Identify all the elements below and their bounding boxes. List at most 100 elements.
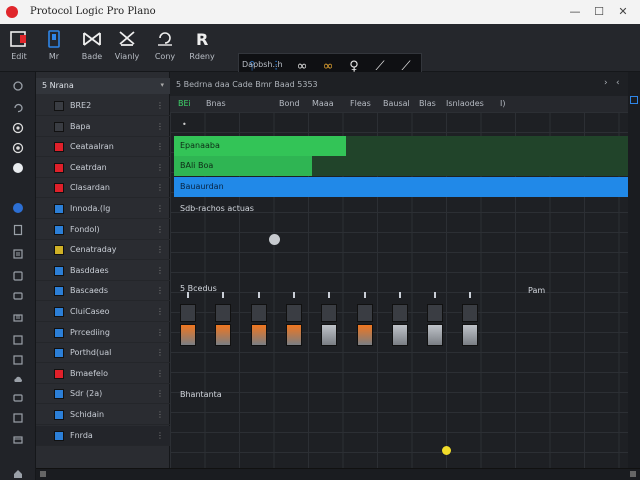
channel-fader[interactable] (250, 292, 267, 348)
home-icon[interactable] (12, 468, 24, 480)
track-row[interactable]: Ceatrdan ⋮ (36, 158, 170, 178)
tool-rdeny-button[interactable]: R Rdeny (185, 30, 219, 68)
track-row[interactable]: BRE2 ⋮ (36, 96, 170, 116)
fader-cap[interactable] (215, 304, 232, 322)
close-icon[interactable]: ✕ (614, 3, 632, 21)
channel-fader[interactable] (427, 292, 444, 348)
piano-icon[interactable] (12, 312, 24, 324)
track-row[interactable]: Basddaes ⋮ (36, 261, 170, 281)
scroll-end-icon[interactable] (630, 471, 636, 477)
fader-level (391, 324, 408, 346)
more-options-icon[interactable]: ⋮ (156, 307, 164, 316)
track-row[interactable]: Porthd(ual ⋮ (36, 343, 170, 364)
channel-fader[interactable] (285, 292, 302, 348)
cloud-icon[interactable] (12, 374, 24, 386)
more-options-icon[interactable]: ⋮ (156, 163, 164, 172)
target-icon[interactable] (12, 122, 24, 134)
loop-icon[interactable] (12, 80, 24, 92)
playhead-marker-icon[interactable]: • (182, 120, 187, 129)
automation-node[interactable] (269, 234, 280, 245)
loops-icon[interactable] (12, 412, 24, 424)
track-list-header[interactable]: 5 Nrana ▾ (36, 78, 170, 94)
track-row[interactable]: Sdr (2a) ⋮ (36, 384, 170, 405)
more-options-icon[interactable]: ⋮ (156, 122, 164, 131)
channel-fader[interactable] (391, 292, 408, 348)
browser-icon[interactable] (12, 434, 24, 446)
record-dot-icon[interactable] (12, 162, 24, 174)
channel-fader[interactable] (180, 292, 196, 348)
more-options-icon[interactable]: ⋮ (156, 431, 164, 440)
track-row[interactable]: Bmaefelo ⋮ (36, 364, 170, 384)
tool-vianly-button[interactable]: Vianly (110, 30, 144, 68)
svg-text:R: R (196, 30, 208, 48)
fader-level (427, 324, 444, 346)
more-options-icon[interactable]: ⋮ (156, 389, 164, 398)
scroll-start-icon[interactable] (40, 471, 46, 477)
horizontal-scrollbar[interactable] (36, 468, 640, 480)
track-row[interactable]: Ceataalran ⋮ (36, 137, 170, 158)
fader-cap[interactable] (180, 304, 196, 322)
fader-cap[interactable] (391, 304, 408, 322)
more-options-icon[interactable]: ⋮ (156, 183, 164, 192)
channel-fader[interactable] (321, 292, 338, 348)
fader-cap[interactable] (462, 304, 479, 322)
track-row[interactable]: Innoda.(lg ⋮ (36, 199, 170, 219)
more-options-icon[interactable]: ⋮ (156, 101, 164, 110)
clip-region[interactable]: BAli Boa (174, 156, 312, 176)
track-row[interactable]: Clasardan ⋮ (36, 178, 170, 199)
note-icon[interactable] (12, 392, 24, 404)
more-options-icon[interactable]: ⋮ (156, 142, 164, 151)
track-row[interactable]: Cenatraday ⋮ (36, 240, 170, 261)
maximize-icon[interactable]: ☐ (590, 3, 608, 21)
chevron-left-icon[interactable]: ‹ (616, 78, 620, 88)
mixer-rail-icon[interactable] (12, 354, 24, 366)
fader-level (180, 324, 196, 346)
more-options-icon[interactable]: ⋮ (156, 225, 164, 234)
clip-region[interactable]: Bauaurdan (174, 177, 628, 197)
track-row[interactable]: Fondol) ⋮ (36, 220, 170, 240)
library-icon[interactable] (12, 270, 24, 282)
list-icon[interactable] (12, 248, 24, 260)
more-options-icon[interactable]: ⋮ (156, 348, 164, 357)
channel-fader[interactable] (462, 292, 479, 348)
chevron-right-icon[interactable]: › (604, 78, 608, 88)
track-color-swatch (54, 121, 64, 132)
tool-bade-button[interactable]: Bade (75, 30, 109, 68)
more-options-icon[interactable]: ⋮ (156, 410, 164, 419)
channel-fader[interactable] (356, 292, 373, 348)
minimize-icon[interactable]: — (566, 3, 584, 21)
fader-cap[interactable] (285, 304, 302, 322)
fader-cap[interactable] (356, 304, 373, 322)
cursor-dot[interactable] (442, 446, 451, 455)
fader-cap[interactable] (427, 304, 444, 322)
tool-edit-button[interactable]: Edit (2, 30, 36, 68)
undo-rail-icon[interactable] (12, 102, 24, 114)
tool-mr-button[interactable]: Mr (37, 30, 71, 68)
clip-region[interactable]: Epanaaba (174, 136, 346, 156)
metronome-dot-icon[interactable] (12, 202, 24, 214)
settings-icon[interactable] (12, 142, 24, 154)
track-row[interactable]: Bapa ⋮ (36, 117, 170, 137)
fader-cap[interactable] (321, 304, 338, 322)
page-icon[interactable] (12, 224, 24, 236)
more-options-icon[interactable]: ⋮ (156, 286, 164, 295)
chevron-down-icon[interactable]: ▾ (160, 81, 164, 89)
more-options-icon[interactable]: ⋮ (156, 266, 164, 275)
score-icon[interactable] (12, 334, 24, 346)
fader-cap[interactable] (250, 304, 267, 322)
vertical-scrollbar[interactable] (628, 72, 640, 468)
track-row[interactable]: Schidain ⋮ (36, 405, 170, 425)
more-options-icon[interactable]: ⋮ (156, 245, 164, 254)
track-row[interactable]: Fnrda ⋮ (36, 425, 170, 446)
editor-icon[interactable] (12, 290, 24, 302)
channel-fader[interactable] (215, 292, 232, 348)
tool-cony-button[interactable]: Cony (148, 30, 182, 68)
more-options-icon[interactable]: ⋮ (156, 369, 164, 378)
track-row[interactable]: Prrcediing ⋮ (36, 323, 170, 343)
ruler[interactable]: BEi Bnas Bond Maaa Fleas Bausal Blas Isn… (170, 96, 628, 112)
scroll-handle[interactable] (630, 96, 638, 104)
more-options-icon[interactable]: ⋮ (156, 204, 164, 213)
more-options-icon[interactable]: ⋮ (156, 328, 164, 337)
track-row[interactable]: Bascaeds ⋮ (36, 281, 170, 302)
track-row[interactable]: CluiCaseo ⋮ (36, 302, 170, 322)
